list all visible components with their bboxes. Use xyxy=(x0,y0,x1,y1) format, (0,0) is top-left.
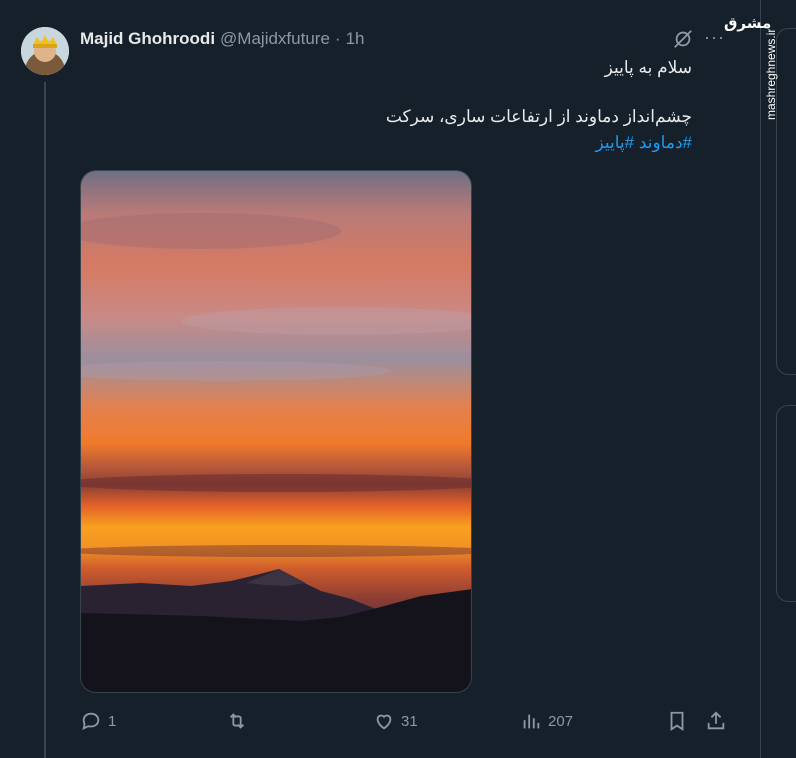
watermark-site: mashreghnews.ir xyxy=(764,28,778,120)
column-divider xyxy=(760,0,761,758)
share-icon xyxy=(707,711,725,730)
tweet-text-line-2: چشم‌انداز دماوند از ارتفاعات ساری، سرکت xyxy=(385,107,692,126)
share-button[interactable] xyxy=(705,708,727,734)
reply-count: 1 xyxy=(108,712,117,730)
views-icon xyxy=(523,714,540,729)
like-button[interactable]: 31 xyxy=(373,708,418,734)
avatar[interactable] xyxy=(21,27,69,75)
tweet-header: Majid Ghohroodi @Majidxfuture · 1h xyxy=(80,28,365,50)
grok-icon[interactable] xyxy=(672,28,694,50)
bookmark-button[interactable] xyxy=(666,708,688,734)
heart-icon xyxy=(376,714,392,730)
thread-line xyxy=(44,82,46,758)
repost-icon xyxy=(229,713,245,729)
timestamp[interactable]: 1h xyxy=(346,29,365,49)
reply-icon xyxy=(82,712,100,730)
tweet-text-line-1: سلام به پاییز xyxy=(604,58,692,77)
repost-button[interactable] xyxy=(226,708,254,734)
views-count: 207 xyxy=(548,712,574,730)
tweet-hashtags[interactable]: #دماوند #پاییز xyxy=(595,133,692,153)
views-button[interactable]: 207 xyxy=(520,708,573,734)
more-icon[interactable]: ··· xyxy=(704,26,726,48)
tweet-photo[interactable] xyxy=(80,170,472,693)
like-count: 31 xyxy=(401,712,418,730)
author-name[interactable]: Majid Ghohroodi xyxy=(80,29,215,49)
sidebar-card[interactable] xyxy=(776,405,796,602)
bookmark-icon xyxy=(670,711,684,731)
sidebar-card[interactable] xyxy=(776,28,796,375)
separator-dot: · xyxy=(334,29,341,48)
author-handle[interactable]: @Majidxfuture xyxy=(220,29,330,49)
reply-button[interactable]: 1 xyxy=(80,708,116,734)
tweet[interactable]: Majid Ghohroodi @Majidxfuture · 1h ··· س… xyxy=(0,0,760,758)
